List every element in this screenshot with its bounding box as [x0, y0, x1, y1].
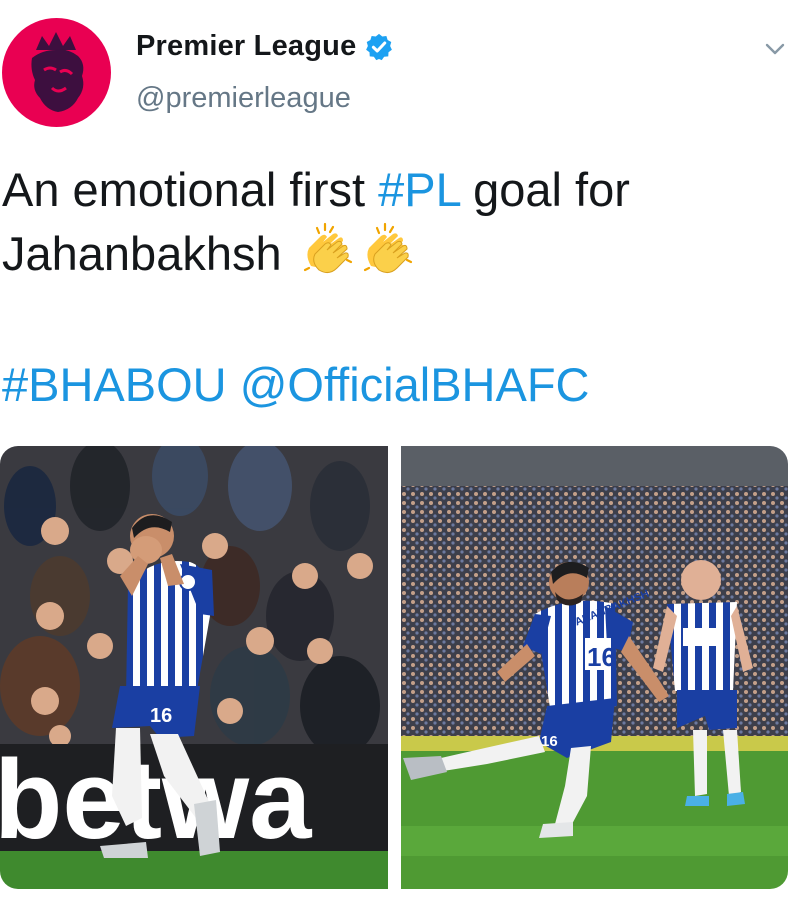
player-celebrating-photo: betwa 16: [0, 446, 388, 889]
verified-badge-icon: [366, 33, 393, 60]
chevron-down-icon[interactable]: [762, 36, 788, 62]
tweet-line-1: An emotional first #PL goal for: [2, 160, 630, 220]
account-name[interactable]: Premier League: [136, 30, 356, 63]
jersey-number: 16: [150, 705, 172, 727]
account-handle[interactable]: @premierleague: [136, 82, 351, 115]
tweet-tags: #BHABOU @OfficialBHAFC: [2, 355, 590, 415]
clapping-hands-emoji: [303, 222, 352, 274]
avatar[interactable]: [2, 18, 111, 127]
tweet-text-part: An emotional first: [2, 163, 379, 216]
shorts-number: 16: [541, 733, 558, 750]
premier-league-lion-logo: [31, 32, 84, 112]
tweet-line-2: Jahanbakhsh: [2, 220, 630, 284]
mention-link-officialbhafc[interactable]: @OfficialBHAFC: [240, 358, 590, 411]
account-name-row[interactable]: Premier League: [136, 30, 394, 63]
tweet-photo-left[interactable]: betwa 16: [0, 446, 388, 889]
tweet-text: An emotional first #PL goal for Jahanbak…: [2, 160, 630, 284]
player-shooting-photo: JAHANBAKHSH 16 16: [401, 446, 788, 889]
clapping-hands-emoji: [363, 222, 412, 274]
shirt-number: 16: [587, 642, 616, 672]
hashtag-link-bhabou[interactable]: #BHABOU: [2, 358, 227, 411]
tweet-text-part: Jahanbakhsh: [2, 227, 282, 280]
tweet-text-part: goal for: [460, 163, 630, 216]
hashtag-link-pl[interactable]: #PL: [378, 163, 460, 216]
ad-board-text: betwa: [0, 737, 312, 862]
tweet-photo-right[interactable]: JAHANBAKHSH 16 16: [401, 446, 788, 889]
